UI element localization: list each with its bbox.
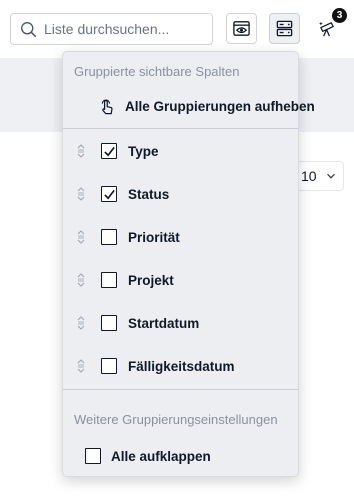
page-size-value: 10	[301, 168, 317, 184]
group-column-row-due-date[interactable]: Fälligkeitsdatum	[63, 352, 298, 380]
group-column-row-type[interactable]: Type	[63, 137, 298, 165]
eye-window-icon	[233, 21, 250, 36]
filter-count-badge: 3	[332, 8, 347, 23]
ungroup-all-label: Alle Gruppierungen aufheben	[125, 98, 315, 114]
group-column-label: Projekt	[128, 272, 174, 288]
more-settings-title: Weitere Gruppierungseinstellungen	[74, 412, 278, 427]
group-menu-title: Gruppierte sichtbare Spalten	[74, 64, 240, 79]
group-column-label: Priorität	[128, 229, 180, 245]
drag-handle-icon[interactable]	[77, 144, 85, 158]
checkbox-project[interactable]	[101, 272, 117, 288]
ungroup-all-button[interactable]: Alle Gruppierungen aufheben	[97, 92, 315, 120]
group-column-row-start-date[interactable]: Startdatum	[63, 309, 298, 337]
group-column-label: Fälligkeitsdatum	[128, 358, 235, 374]
checkbox-due-date[interactable]	[101, 358, 117, 374]
group-by-button[interactable]	[269, 13, 300, 44]
drag-handle-icon[interactable]	[77, 273, 85, 287]
drag-handle-icon[interactable]	[77, 359, 85, 373]
group-column-label: Type	[128, 143, 159, 159]
filter-button[interactable]: 3	[312, 8, 347, 44]
search-icon	[21, 21, 37, 37]
group-column-row-status[interactable]: Status	[63, 180, 298, 208]
group-column-row-project[interactable]: Projekt	[63, 266, 298, 294]
drag-handle-icon[interactable]	[77, 187, 85, 201]
ungroup-touch-icon	[101, 98, 113, 114]
telescope-icon	[318, 21, 334, 37]
drag-handle-icon[interactable]	[77, 230, 85, 244]
checkbox-priority[interactable]	[101, 229, 117, 245]
group-column-label: Status	[128, 186, 170, 202]
checkbox-expand-all[interactable]	[85, 448, 101, 464]
view-options-button[interactable]	[226, 13, 257, 44]
checkbox-status[interactable]	[101, 186, 117, 202]
checkbox-type[interactable]	[101, 143, 117, 159]
checkmark-icon	[103, 189, 115, 199]
group-columns-dropdown: Gruppierte sichtbare Spalten Alle Gruppi…	[62, 51, 315, 477]
chevron-down-icon	[326, 173, 335, 179]
search-input[interactable]	[44, 21, 204, 37]
checkmark-icon	[103, 146, 115, 156]
expand-all-option[interactable]: Alle aufklappen	[75, 444, 211, 468]
group-column-row-priority[interactable]: Priorität	[63, 223, 298, 251]
search-box[interactable]	[10, 13, 213, 45]
divider	[63, 128, 298, 129]
divider	[63, 389, 298, 390]
expand-all-label: Alle aufklappen	[111, 448, 211, 464]
group-column-label: Startdatum	[128, 315, 200, 331]
server-stack-icon	[276, 20, 293, 37]
checkbox-start-date[interactable]	[101, 315, 117, 331]
page-size-select[interactable]: 10	[296, 161, 344, 191]
drag-handle-icon[interactable]	[77, 316, 85, 330]
